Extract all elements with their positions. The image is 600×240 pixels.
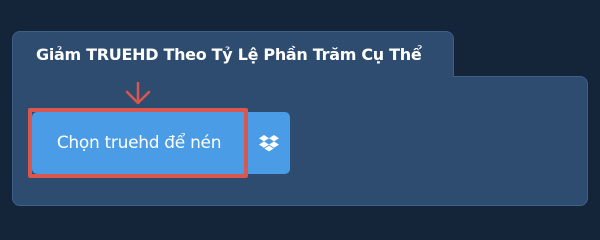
page: Giảm TRUEHD Theo Tỷ Lệ Phần Trăm Cụ Thể … bbox=[0, 0, 600, 230]
dropbox-button[interactable] bbox=[246, 112, 290, 174]
choose-file-button[interactable]: Chọn truehd để nén bbox=[32, 112, 246, 174]
panel-title: Giảm TRUEHD Theo Tỷ Lệ Phần Trăm Cụ Thể bbox=[36, 45, 422, 64]
dropbox-icon bbox=[258, 135, 279, 152]
upload-button-group: Chọn truehd để nén bbox=[32, 112, 290, 174]
arrow-down-icon bbox=[125, 82, 151, 105]
panel-seam bbox=[13, 74, 453, 78]
